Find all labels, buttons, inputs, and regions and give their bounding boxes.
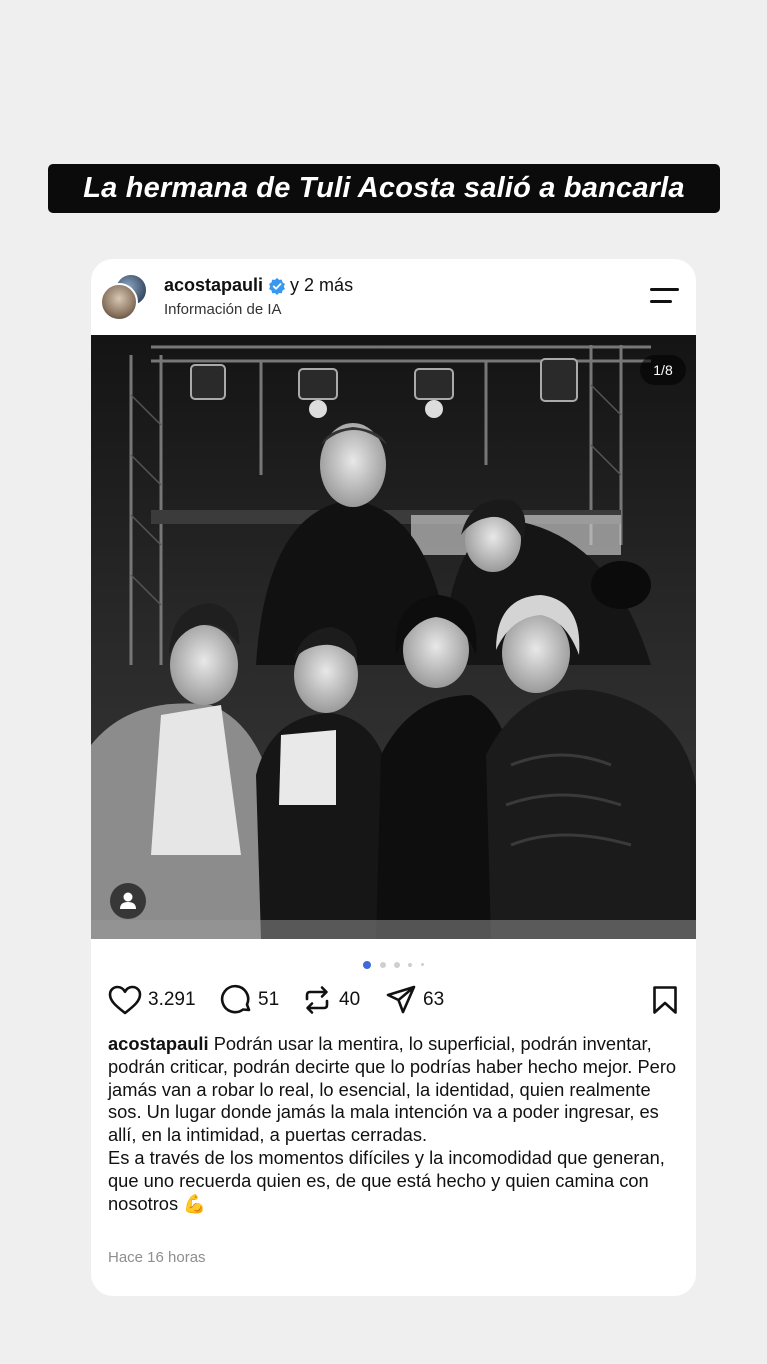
user-tag-icon[interactable] (110, 883, 146, 919)
share-count: 63 (423, 989, 445, 1010)
post-timestamp: Hace 16 horas (108, 1249, 206, 1266)
carousel-indicator (91, 956, 696, 969)
carousel-dot (394, 961, 400, 968)
carousel-dot (420, 963, 424, 967)
author-avatar (100, 283, 138, 321)
author-row[interactable]: acostapauli y 2 más (164, 275, 353, 296)
avatar[interactable] (100, 273, 148, 321)
save-button[interactable] (652, 983, 678, 1017)
instagram-post-card: acostapauli y 2 más Información de IA 1/… (91, 259, 696, 1296)
carousel-dot (379, 961, 386, 968)
repost-icon (305, 986, 329, 1014)
repost-count: 40 (339, 989, 361, 1010)
caption-username[interactable]: acostapauli (108, 1033, 209, 1054)
like-button[interactable]: 3.291 (108, 983, 196, 1017)
coauthors-link[interactable]: y 2 más (290, 275, 353, 296)
post-photo[interactable]: 1/8 (91, 335, 696, 939)
heart-icon (108, 985, 142, 1015)
ai-info-label[interactable]: Información de IA (164, 301, 282, 318)
verified-icon (269, 277, 285, 295)
post-header: acostapauli y 2 más Información de IA (91, 259, 696, 335)
repost-button[interactable]: 40 (301, 983, 360, 1017)
comment-button[interactable]: 51 (220, 983, 279, 1017)
image-counter: 1/8 (640, 355, 686, 385)
post-caption: acostapauli Podrán usar la mentira, lo s… (108, 1033, 678, 1215)
author-username[interactable]: acostapauli (164, 275, 263, 296)
like-count: 3.291 (148, 989, 196, 1010)
share-button[interactable]: 63 (385, 983, 444, 1017)
carousel-dot-active (363, 960, 372, 969)
menu-icon[interactable] (650, 287, 680, 305)
carousel-dot (408, 962, 413, 967)
action-bar: 3.291 51 40 63 (108, 983, 678, 1017)
story-headline: La hermana de Tuli Acosta salió a bancar… (48, 164, 720, 213)
group-photo-image (91, 335, 696, 939)
comment-icon (220, 984, 251, 1014)
flexed-biceps-emoji: 💪 (183, 1192, 206, 1214)
share-icon (386, 985, 416, 1014)
comment-count: 51 (258, 989, 280, 1010)
headline-text: La hermana de Tuli Acosta salió a bancar… (83, 172, 685, 204)
bookmark-icon (653, 986, 677, 1014)
